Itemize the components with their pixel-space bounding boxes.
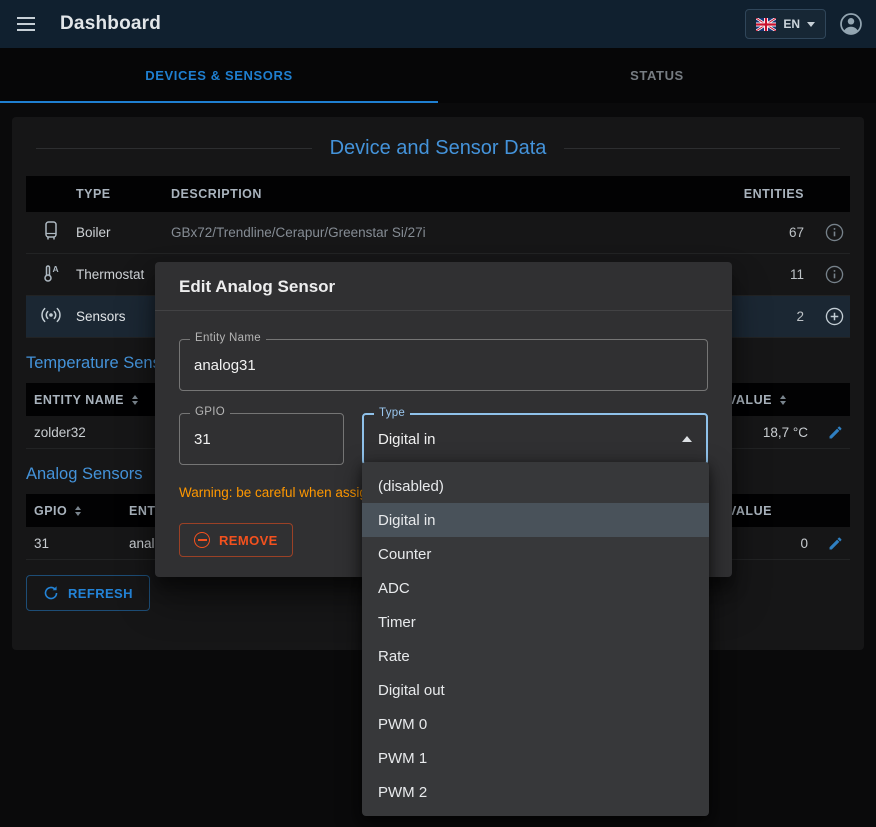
table-row-boiler[interactable]: Boiler GBx72/Trendline/Cerapur/Greenstar… bbox=[26, 212, 850, 254]
column-header-value: VALUE bbox=[720, 504, 810, 518]
info-icon[interactable] bbox=[825, 265, 844, 284]
language-label: EN bbox=[783, 17, 800, 31]
type-select[interactable]: Type Digital in bbox=[362, 413, 708, 465]
page-title: Device and Sensor Data bbox=[36, 137, 840, 160]
add-icon[interactable] bbox=[825, 307, 844, 326]
remove-label: REMOVE bbox=[219, 533, 278, 548]
tab-status[interactable]: STATUS bbox=[438, 48, 876, 103]
device-description: GBx72/Trendline/Cerapur/Greenstar Si/27i bbox=[171, 225, 720, 240]
sort-icon bbox=[132, 395, 138, 405]
boiler-icon bbox=[43, 221, 59, 241]
entity-name-input[interactable] bbox=[194, 357, 693, 374]
gpio-input[interactable] bbox=[194, 431, 329, 448]
sort-icon bbox=[780, 395, 786, 405]
entity-name-field[interactable]: Entity Name bbox=[179, 339, 708, 391]
uk-flag-icon bbox=[756, 18, 776, 31]
svg-text:A: A bbox=[53, 264, 59, 274]
sensors-icon bbox=[40, 306, 62, 324]
refresh-button[interactable]: REFRESH bbox=[26, 575, 150, 611]
column-header-gpio[interactable]: GPIO bbox=[26, 504, 121, 518]
column-header-value[interactable]: VALUE bbox=[720, 393, 810, 407]
menu-button[interactable] bbox=[16, 16, 36, 32]
remove-button[interactable]: REMOVE bbox=[179, 523, 293, 557]
menu-item-pwm-2[interactable]: PWM 2 bbox=[362, 775, 709, 809]
tab-devices-sensors[interactable]: DEVICES & SENSORS bbox=[0, 48, 438, 103]
device-entities-count: 11 bbox=[720, 267, 810, 282]
sensor-value: 0 bbox=[720, 536, 810, 551]
device-entities-count: 67 bbox=[720, 225, 810, 240]
menu-item-pwm-1[interactable]: PWM 1 bbox=[362, 741, 709, 775]
app-bar: Dashboard EN bbox=[0, 0, 876, 48]
gpio-label: GPIO bbox=[190, 406, 230, 418]
column-header-description: DESCRIPTION bbox=[171, 187, 720, 201]
menu-item-digital-out[interactable]: Digital out bbox=[362, 673, 709, 707]
type-label: Type bbox=[374, 407, 410, 419]
refresh-label: REFRESH bbox=[68, 586, 133, 601]
type-selected-value: Digital in bbox=[378, 431, 436, 448]
menu-item-pwm-0[interactable]: PWM 0 bbox=[362, 707, 709, 741]
thermostat-icon: A bbox=[41, 263, 61, 283]
tab-bar: DEVICES & SENSORS STATUS bbox=[0, 48, 876, 103]
devices-table-header: TYPE DESCRIPTION ENTITIES bbox=[26, 176, 850, 212]
menu-item-counter[interactable]: Counter bbox=[362, 537, 709, 571]
menu-item-disabled[interactable]: (disabled) bbox=[362, 469, 709, 503]
menu-item-adc[interactable]: ADC bbox=[362, 571, 709, 605]
device-entities-count: 2 bbox=[720, 309, 810, 324]
gpio-field[interactable]: GPIO bbox=[179, 413, 344, 465]
language-selector[interactable]: EN bbox=[745, 9, 826, 39]
edit-icon[interactable] bbox=[827, 424, 844, 441]
menu-item-rate[interactable]: Rate bbox=[362, 639, 709, 673]
menu-item-timer[interactable]: Timer bbox=[362, 605, 709, 639]
dialog-title: Edit Analog Sensor bbox=[155, 262, 732, 311]
account-icon bbox=[838, 11, 864, 37]
sensor-gpio: 31 bbox=[26, 536, 121, 551]
hamburger-icon bbox=[16, 16, 36, 32]
device-type: Boiler bbox=[76, 225, 171, 240]
column-header-entities: ENTITIES bbox=[720, 187, 810, 201]
remove-icon bbox=[194, 532, 210, 548]
column-header-type: TYPE bbox=[76, 187, 171, 201]
refresh-icon bbox=[43, 585, 59, 601]
appbar-right: EN bbox=[745, 9, 864, 39]
chevron-down-icon bbox=[807, 22, 815, 27]
edit-icon[interactable] bbox=[827, 535, 844, 552]
sensor-value: 18,7 °C bbox=[720, 425, 810, 440]
type-dropdown-menu: (disabled) Digital in Counter ADC Timer … bbox=[362, 462, 709, 816]
account-button[interactable] bbox=[838, 11, 864, 37]
chevron-up-icon bbox=[682, 436, 692, 442]
entity-name-label: Entity Name bbox=[190, 332, 266, 344]
app-title: Dashboard bbox=[60, 13, 161, 35]
info-icon[interactable] bbox=[825, 223, 844, 242]
sort-icon bbox=[75, 506, 81, 516]
menu-item-digital-in[interactable]: Digital in bbox=[362, 503, 709, 537]
